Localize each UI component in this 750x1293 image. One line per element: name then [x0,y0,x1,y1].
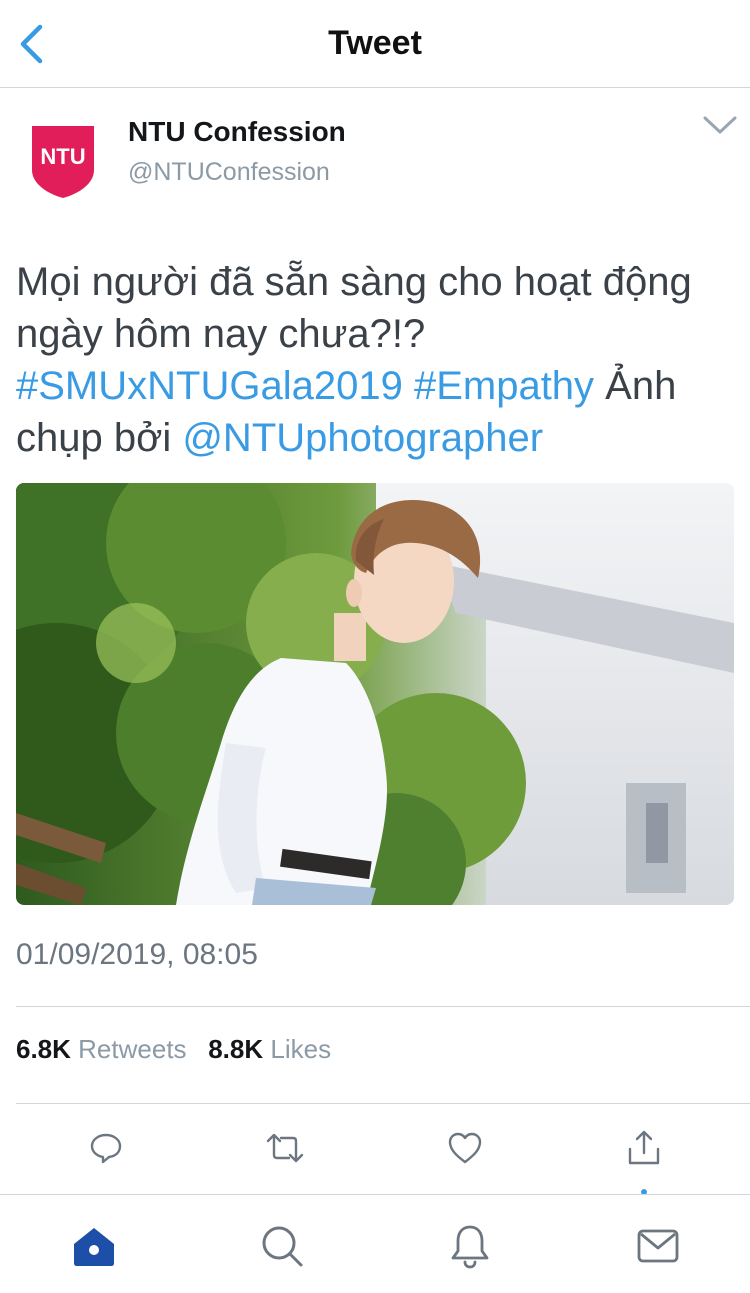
page-title: Tweet [328,24,422,62]
retweets-stat[interactable]: 6.8K Retweets [16,1034,187,1064]
bell-icon [451,1225,489,1269]
likes-stat[interactable]: 8.8K Likes [208,1034,331,1064]
tweet-stats: 6.8K Retweets 8.8K Likes [16,1034,331,1065]
tab-search[interactable] [258,1223,306,1269]
retweet-icon [266,1133,304,1163]
mention-link[interactable]: @NTUphotographer [182,416,543,460]
home-icon [74,1228,114,1266]
tweet-text: Mọi người đã sẵn sàng cho hoạt động ngày… [16,256,736,464]
tweet-text-part1: Mọi người đã sẵn sàng cho hoạt động ngày… [16,260,692,356]
search-icon [262,1226,303,1267]
like-button[interactable] [443,1126,487,1170]
tweet-actions [0,1126,750,1174]
photo-illustration [16,483,734,905]
nav-bar: Tweet [0,0,750,88]
chevron-down-icon [703,116,737,134]
author-name[interactable]: NTU Confession [128,116,346,148]
tweet-timestamp: 01/09/2019, 08:05 [16,938,258,971]
heart-icon [448,1132,482,1164]
divider [16,1103,750,1104]
share-button[interactable] [622,1126,666,1170]
speech-bubble-icon [90,1133,122,1164]
ntu-logo-icon: NTU [32,126,94,198]
likes-label: Likes [270,1034,332,1064]
tab-messages[interactable] [634,1223,682,1269]
retweets-label: Retweets [78,1034,187,1064]
reply-button[interactable] [84,1126,128,1170]
share-icon [628,1130,660,1165]
hashtag-link[interactable]: #SMUxNTUGala2019 [16,364,403,408]
svg-text:NTU: NTU [40,144,85,169]
divider [16,1006,750,1007]
envelope-icon [637,1229,679,1263]
avatar[interactable]: NTU [30,124,96,200]
tweet-photo[interactable] [16,483,734,905]
retweet-button[interactable] [263,1126,307,1170]
retweets-count: 6.8K [16,1034,71,1064]
tab-bar [0,1194,750,1293]
tab-notifications[interactable] [446,1223,494,1269]
more-options-button[interactable] [702,114,738,138]
likes-count: 8.8K [208,1034,264,1064]
hashtag-link[interactable]: #Empathy [414,364,594,408]
tab-home[interactable] [70,1223,118,1269]
author-handle[interactable]: @NTUConfession [128,158,330,187]
